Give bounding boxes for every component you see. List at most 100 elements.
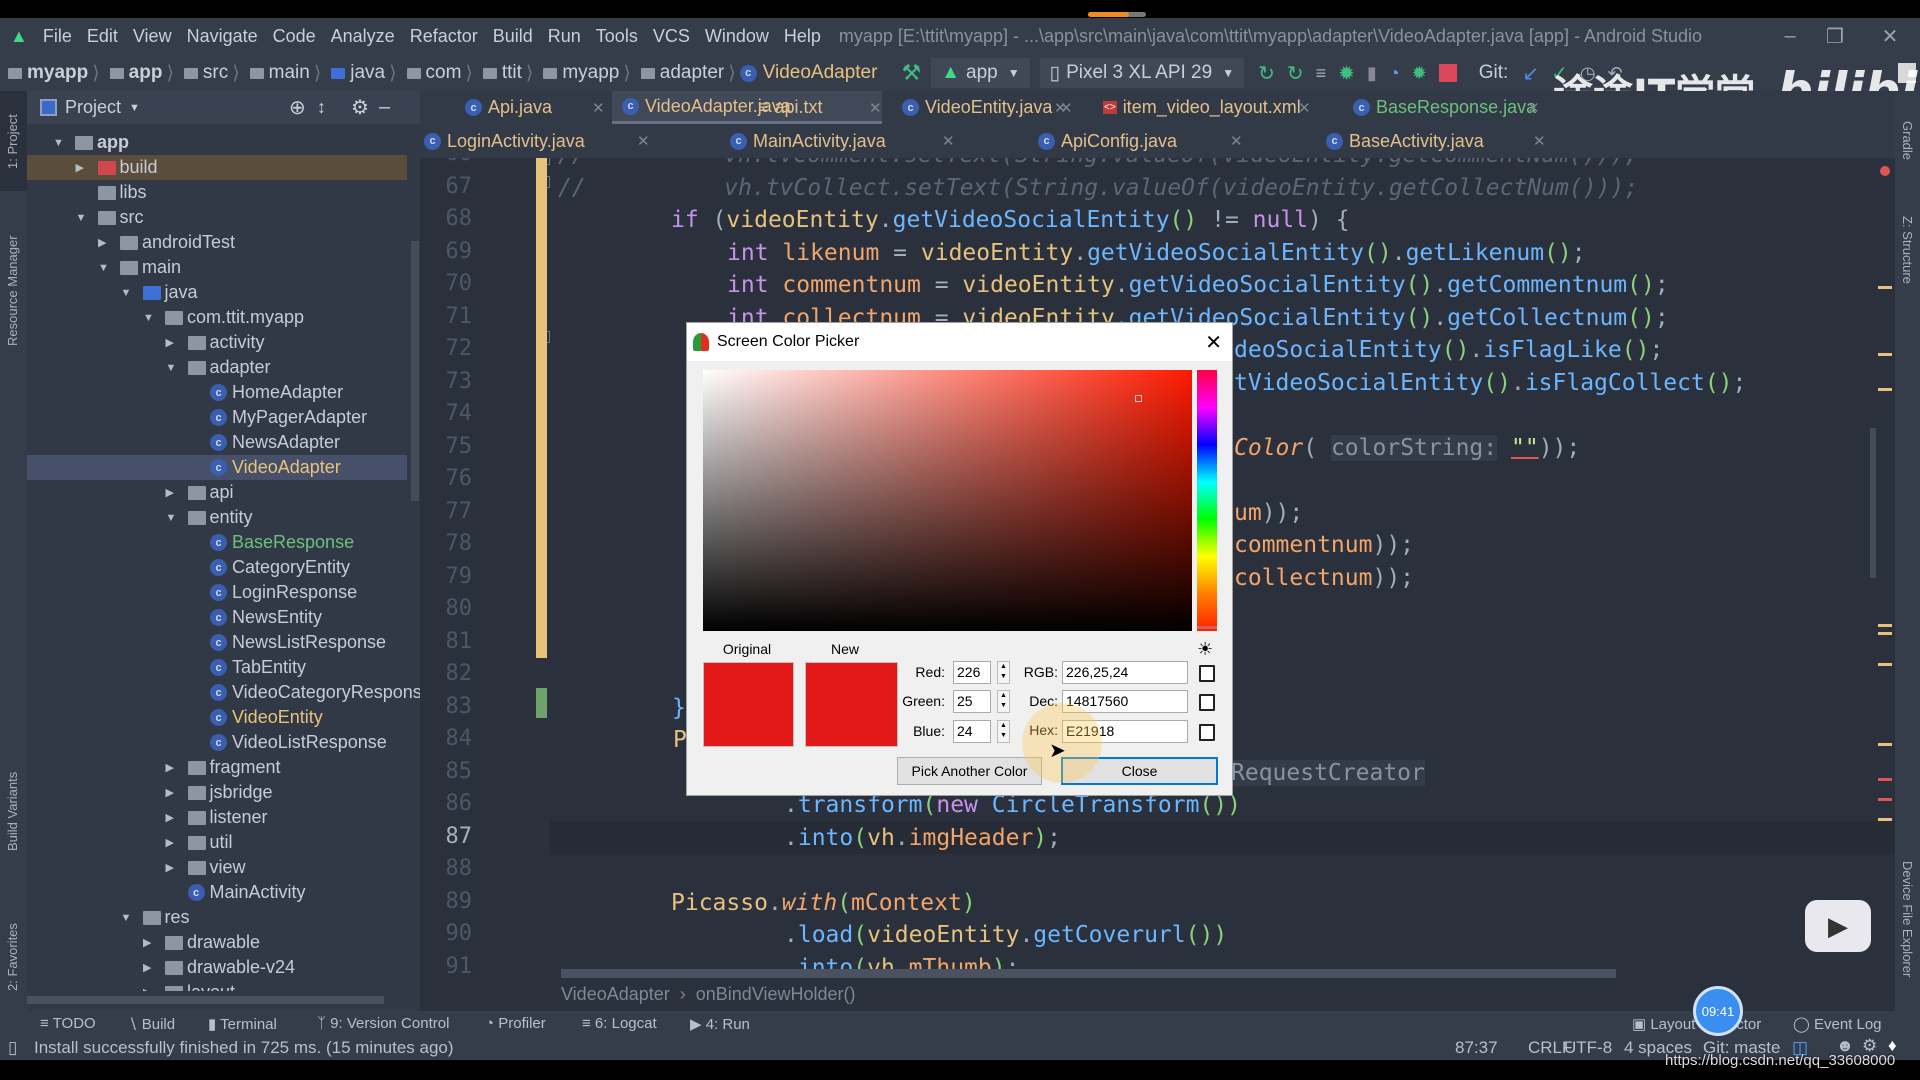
tree-item-videocategoryresponse[interactable]: c VideoCategoryResponse [27, 680, 420, 705]
tree-item-newsadapter[interactable]: c NewsAdapter [27, 430, 407, 455]
tree-item-tabentity[interactable]: c TabEntity [27, 655, 407, 680]
code-line-70[interactable]: int commentnum = videoEntity.getVideoSoc… [727, 269, 1669, 301]
close-tab-icon[interactable]: ✕ [1230, 132, 1243, 150]
menu-navigate[interactable]: Navigate [187, 26, 258, 47]
breadcrumb-item[interactable]: myapp ⟩ [537, 62, 631, 85]
expanded-arrow-icon[interactable]: ▼ [121, 912, 132, 924]
tab-videoentity-java[interactable]: c VideoEntity.java [902, 91, 1052, 124]
menu-code[interactable]: Code [273, 26, 316, 47]
collapsed-arrow-icon[interactable]: ▶ [166, 336, 174, 349]
close-tab-icon[interactable]: ✕ [942, 132, 955, 150]
breadcrumb-item[interactable]: myapp ⟩ [2, 62, 100, 85]
collapsed-arrow-icon[interactable]: ▶ [166, 836, 174, 849]
expanded-arrow-icon[interactable]: ▼ [98, 262, 109, 274]
saturation-value-area[interactable] [703, 370, 1192, 631]
code-line-68[interactable]: if (videoEntity.getVideoSocialEntity() !… [671, 204, 1350, 236]
tab-videoadapter-java[interactable]: c VideoAdapter.java [612, 91, 882, 124]
red-stepper[interactable]: ▲ ▼ [997, 661, 1010, 684]
blue-stepper[interactable]: ▲ ▼ [997, 720, 1010, 743]
menu-run[interactable]: Run [548, 26, 581, 47]
favorites-tool-button[interactable]: 2: Favorites [5, 923, 20, 991]
green-input[interactable]: 25 [953, 690, 991, 713]
collapsed-arrow-icon[interactable]: ▶ [143, 986, 151, 991]
breadcrumb-item[interactable]: com ⟩ [401, 62, 473, 85]
editor-horizontal-scrollbar[interactable] [561, 969, 1616, 978]
tree-horizontal-scrollbar[interactable] [27, 996, 384, 1004]
close-tab-icon[interactable]: ✕ [1533, 132, 1546, 150]
code-line-72[interactable]: deoSocialEntity().isFlagLike(); [1234, 334, 1663, 366]
breadcrumb-item[interactable]: adapter ⟩ [635, 62, 736, 85]
tree-item-videolistresponse[interactable]: c VideoListResponse [27, 730, 407, 755]
menu-refactor[interactable]: Refactor [410, 26, 478, 47]
tree-item-com.ttit.myapp[interactable]: ▼ com.ttit.myapp [27, 305, 407, 330]
expanded-arrow-icon[interactable]: ▼ [166, 362, 177, 374]
close-tab-icon[interactable]: ✕ [1060, 99, 1073, 117]
breadcrumb-class[interactable]: VideoAdapter [561, 984, 670, 1005]
dialog-close-icon[interactable]: ✕ [1205, 330, 1222, 355]
tree-item-src[interactable]: ▼ src [27, 205, 407, 230]
device-dropdown[interactable]: ▯ Pixel 3 XL API 29 ▼ [1039, 58, 1245, 88]
tree-item-newslistresponse[interactable]: c NewsListResponse [27, 630, 407, 655]
menu-analyze[interactable]: Analyze [331, 26, 395, 47]
tree-item-categoryentity[interactable]: c CategoryEntity [27, 555, 407, 580]
menu-window[interactable]: Window [705, 26, 769, 47]
apply-code-changes-icon[interactable]: ↻ [1287, 61, 1304, 86]
tab-baseactivity-java[interactable]: c BaseActivity.java [1326, 124, 1484, 158]
code-line-73[interactable]: tVideoSocialEntity().isFlagCollect(); [1234, 367, 1746, 399]
tree-item-main[interactable]: ▼ main [27, 255, 407, 280]
status-toggle-icon[interactable]: ▯ [8, 1038, 17, 1058]
tree-item-activity[interactable]: ▶ activity [27, 330, 407, 355]
red-input[interactable]: 226 [953, 661, 991, 684]
menu-edit[interactable]: Edit [87, 26, 118, 47]
tree-item-listener[interactable]: ▶ listener [27, 805, 407, 830]
collapsed-arrow-icon[interactable]: ▶ [143, 961, 151, 974]
rgb-input[interactable]: 226,25,24 [1062, 661, 1188, 684]
run-tool-button[interactable]: ▶ 4: Run [690, 1015, 750, 1033]
copy-rgb-icon[interactable] [1199, 665, 1215, 682]
tree-item-util[interactable]: ▶ util [27, 830, 407, 855]
tab-mainactivity-java[interactable]: c MainActivity.java [730, 124, 886, 158]
tree-item-layout[interactable]: ▶ layout [27, 980, 407, 991]
run-config-dropdown[interactable]: ▲ app ▼ [931, 58, 1030, 88]
debug-icon[interactable]: ✹ [1338, 61, 1355, 86]
profiler-icon[interactable]: ◔ [1389, 63, 1400, 84]
file-encoding[interactable]: UTF-8 [1564, 1038, 1612, 1058]
build-variants-tool-button[interactable]: Build Variants [5, 772, 20, 851]
collapsed-arrow-icon[interactable]: ▶ [166, 861, 174, 874]
tree-item-jsbridge[interactable]: ▶ jsbridge [27, 780, 407, 805]
breadcrumb-item[interactable]: c VideoAdapter [739, 62, 877, 84]
tree-item-view[interactable]: ▶ view [27, 855, 407, 880]
tree-item-api[interactable]: ▶ api [27, 480, 407, 505]
resource-manager-tool-button[interactable]: Resource Manager [5, 235, 20, 346]
build-tool-button[interactable]: ∖ Build [128, 1015, 175, 1033]
tree-item-drawable[interactable]: ▶ drawable [27, 930, 407, 955]
event-log-tool-button[interactable]: ◯ Event Log [1793, 1015, 1882, 1033]
tree-item-androidtest[interactable]: ▶ androidTest [27, 230, 407, 255]
code-line-69[interactable]: int likenum = videoEntity.getVideoSocial… [727, 237, 1586, 269]
breadcrumb-item[interactable]: ttit ⟩ [477, 62, 533, 85]
hue-slider[interactable] [1197, 370, 1217, 631]
expanded-arrow-icon[interactable]: ▼ [76, 212, 87, 224]
tree-item-baseresponse[interactable]: c BaseResponse [27, 530, 407, 555]
tree-item-adapter[interactable]: ▼ adapter [27, 355, 407, 380]
code-line-75[interactable]: Color( colorString: "")); [1234, 432, 1580, 464]
tab-loginactivity-java[interactable]: c LoginActivity.java [424, 124, 585, 158]
code-line-87[interactable]: .into(vh.imgHeader); [784, 822, 1061, 854]
attach-icon[interactable]: ✹ [1412, 63, 1427, 84]
tree-item-java[interactable]: ▼ java [27, 280, 407, 305]
attach-debugger-icon[interactable]: ▮ [1367, 63, 1377, 84]
copy-dec-icon[interactable] [1199, 694, 1215, 711]
device-file-explorer-tool-button[interactable]: Device File Explorer [1900, 861, 1915, 977]
menu-view[interactable]: View [133, 26, 172, 47]
tree-item-fragment[interactable]: ▶ fragment [27, 755, 407, 780]
tree-item-entity[interactable]: ▼ entity [27, 505, 407, 530]
structure-tool-button[interactable]: Z: Structure [1900, 216, 1915, 284]
tab-api-java[interactable]: c Api.java [465, 91, 552, 124]
collapsed-arrow-icon[interactable]: ▶ [166, 761, 174, 774]
blue-input[interactable]: 24 [953, 720, 991, 743]
tree-item-app[interactable]: ▼ app [27, 130, 407, 155]
close-tab-icon[interactable]: ✕ [637, 132, 650, 150]
code-line-84[interactable]: P [673, 724, 687, 756]
breadcrumb-item[interactable]: app ⟩ [104, 62, 174, 85]
collapsed-arrow-icon[interactable]: ▶ [98, 236, 106, 249]
